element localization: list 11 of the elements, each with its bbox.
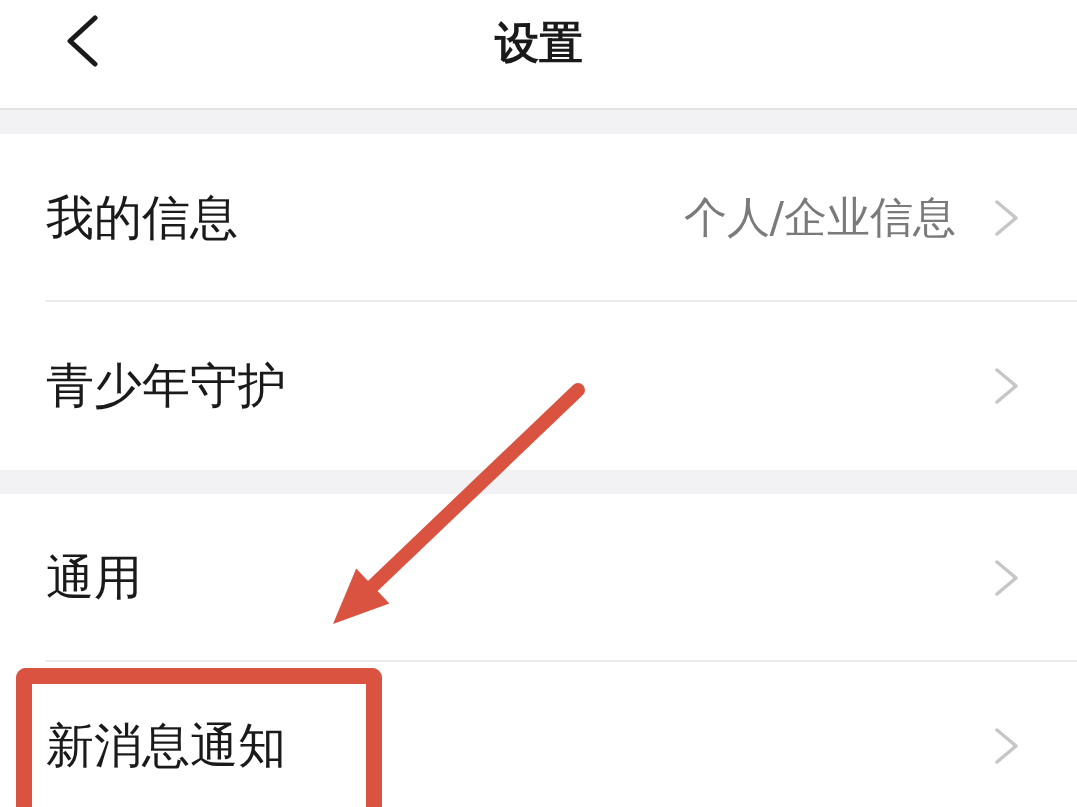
page-title: 设置 [494, 16, 583, 70]
setting-label[interactable]: 新消息通知 [46, 717, 286, 775]
setting-label[interactable]: 青少年守护 [46, 357, 286, 415]
setting-value: 个人/企业信息 [683, 191, 956, 244]
chevron-right-icon [994, 559, 1019, 597]
setting-label[interactable]: 我的信息 [46, 189, 238, 247]
chevron-right-icon [994, 727, 1019, 765]
back-icon[interactable] [65, 15, 99, 67]
chevron-right-icon [994, 367, 1019, 405]
chevron-right-icon [994, 199, 1019, 237]
setting-label[interactable]: 通用 [46, 549, 142, 607]
